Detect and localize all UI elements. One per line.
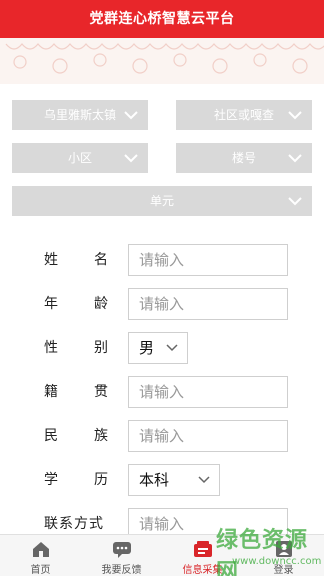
tab-feedback[interactable]: 我要反馈 <box>81 535 162 576</box>
page-title: 党群连心桥智慧云平台 <box>89 11 235 27</box>
age-label-char-1: 年 <box>44 296 58 312</box>
gender-label: 性 别 <box>44 333 114 363</box>
age-input[interactable]: 请输入 <box>128 288 288 320</box>
community-select[interactable]: 社区或嘎查 <box>176 100 312 130</box>
tab-home-label: 首页 <box>30 565 51 576</box>
ethnicity-input[interactable]: 请输入 <box>128 420 288 452</box>
app-header: 党群连心桥智慧云平台 <box>0 0 324 38</box>
gender-select[interactable]: 男 <box>128 332 188 364</box>
contact-input-placeholder: 请输入 <box>139 515 185 533</box>
tab-collect-label: 信息采集 <box>182 565 223 576</box>
ethnicity-label-char-2: 族 <box>94 428 108 444</box>
tab-feedback-label: 我要反馈 <box>101 565 142 576</box>
chevron-down-icon <box>124 154 138 163</box>
origin-input[interactable]: 请输入 <box>128 376 288 408</box>
town-select-label: 乌里雅斯太镇 <box>43 108 116 122</box>
name-input[interactable]: 请输入 <box>128 244 288 276</box>
chat-icon <box>112 542 131 558</box>
decorative-cloud-pattern <box>0 38 324 84</box>
education-label-char-1: 学 <box>44 472 58 488</box>
building-select-label: 楼号 <box>231 151 256 165</box>
ethnicity-input-placeholder: 请输入 <box>139 427 185 445</box>
tab-collect[interactable]: 信息采集 <box>162 535 243 576</box>
community-select-label: 社区或嘎查 <box>213 108 274 122</box>
chevron-down-icon <box>198 476 210 484</box>
tab-home[interactable]: 首页 <box>0 535 81 576</box>
unit-select-label: 单元 <box>149 194 174 208</box>
age-label: 年 龄 <box>44 289 114 319</box>
education-label-char-2: 历 <box>94 472 108 488</box>
collect-icon <box>193 541 212 557</box>
ethnicity-label: 民 族 <box>44 421 114 451</box>
district-select-label: 小区 <box>67 151 92 165</box>
name-label: 姓 名 <box>44 245 114 275</box>
tab-login-label: 登录 <box>273 565 294 576</box>
name-input-placeholder: 请输入 <box>139 251 185 269</box>
tab-login[interactable]: 登录 <box>243 535 324 576</box>
chevron-down-icon <box>166 344 178 352</box>
origin-label-char-1: 籍 <box>44 384 58 400</box>
login-icon <box>275 541 292 557</box>
name-label-char-2: 名 <box>94 252 108 268</box>
building-select[interactable]: 楼号 <box>176 143 312 173</box>
age-input-placeholder: 请输入 <box>139 295 185 313</box>
bottom-tab-bar: 首页 我要反馈 信息采集 登录 <box>0 534 324 576</box>
district-select[interactable]: 小区 <box>12 143 148 173</box>
age-label-char-2: 龄 <box>94 296 108 312</box>
town-select[interactable]: 乌里雅斯太镇 <box>12 100 148 130</box>
gender-label-char-2: 别 <box>94 340 108 356</box>
gender-label-char-1: 性 <box>44 340 58 356</box>
education-label: 学 历 <box>44 465 114 495</box>
unit-select[interactable]: 单元 <box>12 186 312 216</box>
chevron-down-icon <box>288 197 302 206</box>
education-select-value: 本科 <box>139 471 170 489</box>
home-icon <box>32 542 49 557</box>
name-label-char-1: 姓 <box>44 252 58 268</box>
origin-label: 籍 贯 <box>44 377 114 407</box>
origin-label-char-2: 贯 <box>94 384 108 400</box>
chevron-down-icon <box>288 154 302 163</box>
chevron-down-icon <box>124 111 138 120</box>
origin-input-placeholder: 请输入 <box>139 383 185 401</box>
chevron-down-icon <box>288 111 302 120</box>
ethnicity-label-char-1: 民 <box>44 428 58 444</box>
education-select[interactable]: 本科 <box>128 464 220 496</box>
gender-select-value: 男 <box>139 339 155 357</box>
